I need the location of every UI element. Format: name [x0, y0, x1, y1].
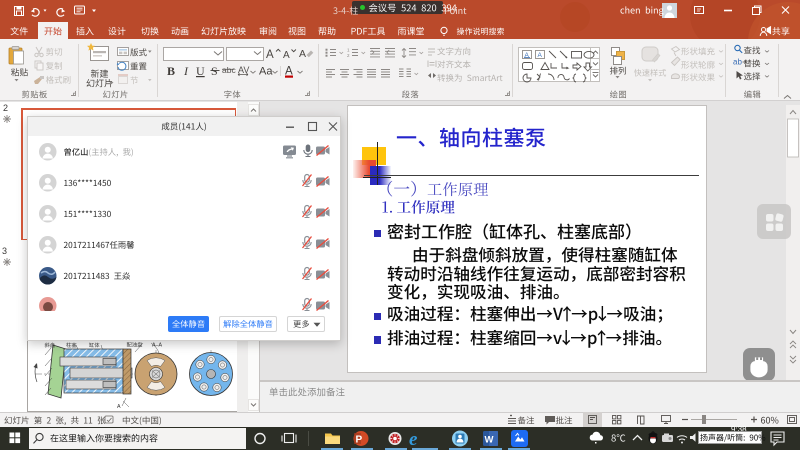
svg-text:U: U: [196, 64, 205, 78]
svg-text:A: A: [525, 52, 530, 59]
svg-text:A: A: [117, 404, 121, 410]
svg-text:I: I: [183, 64, 189, 78]
svg-text:ab: ab: [733, 58, 742, 67]
svg-text:B: B: [167, 64, 175, 78]
svg-text:1: 1: [347, 48, 350, 53]
svg-text:AV: AV: [238, 65, 249, 75]
svg-text:A–A: A–A: [152, 343, 162, 349]
svg-text:A: A: [538, 52, 543, 59]
svg-text:Aa: Aa: [259, 66, 273, 78]
svg-text:P: P: [356, 435, 363, 446]
svg-text:S: S: [211, 64, 218, 78]
svg-text:e: e: [409, 429, 418, 450]
svg-text:2: 2: [347, 53, 350, 58]
svg-text:A: A: [266, 49, 274, 61]
svg-text:A: A: [283, 50, 290, 61]
svg-text:A: A: [299, 48, 306, 60]
svg-text:abc: abc: [222, 65, 236, 75]
svg-text:W: W: [485, 435, 494, 446]
